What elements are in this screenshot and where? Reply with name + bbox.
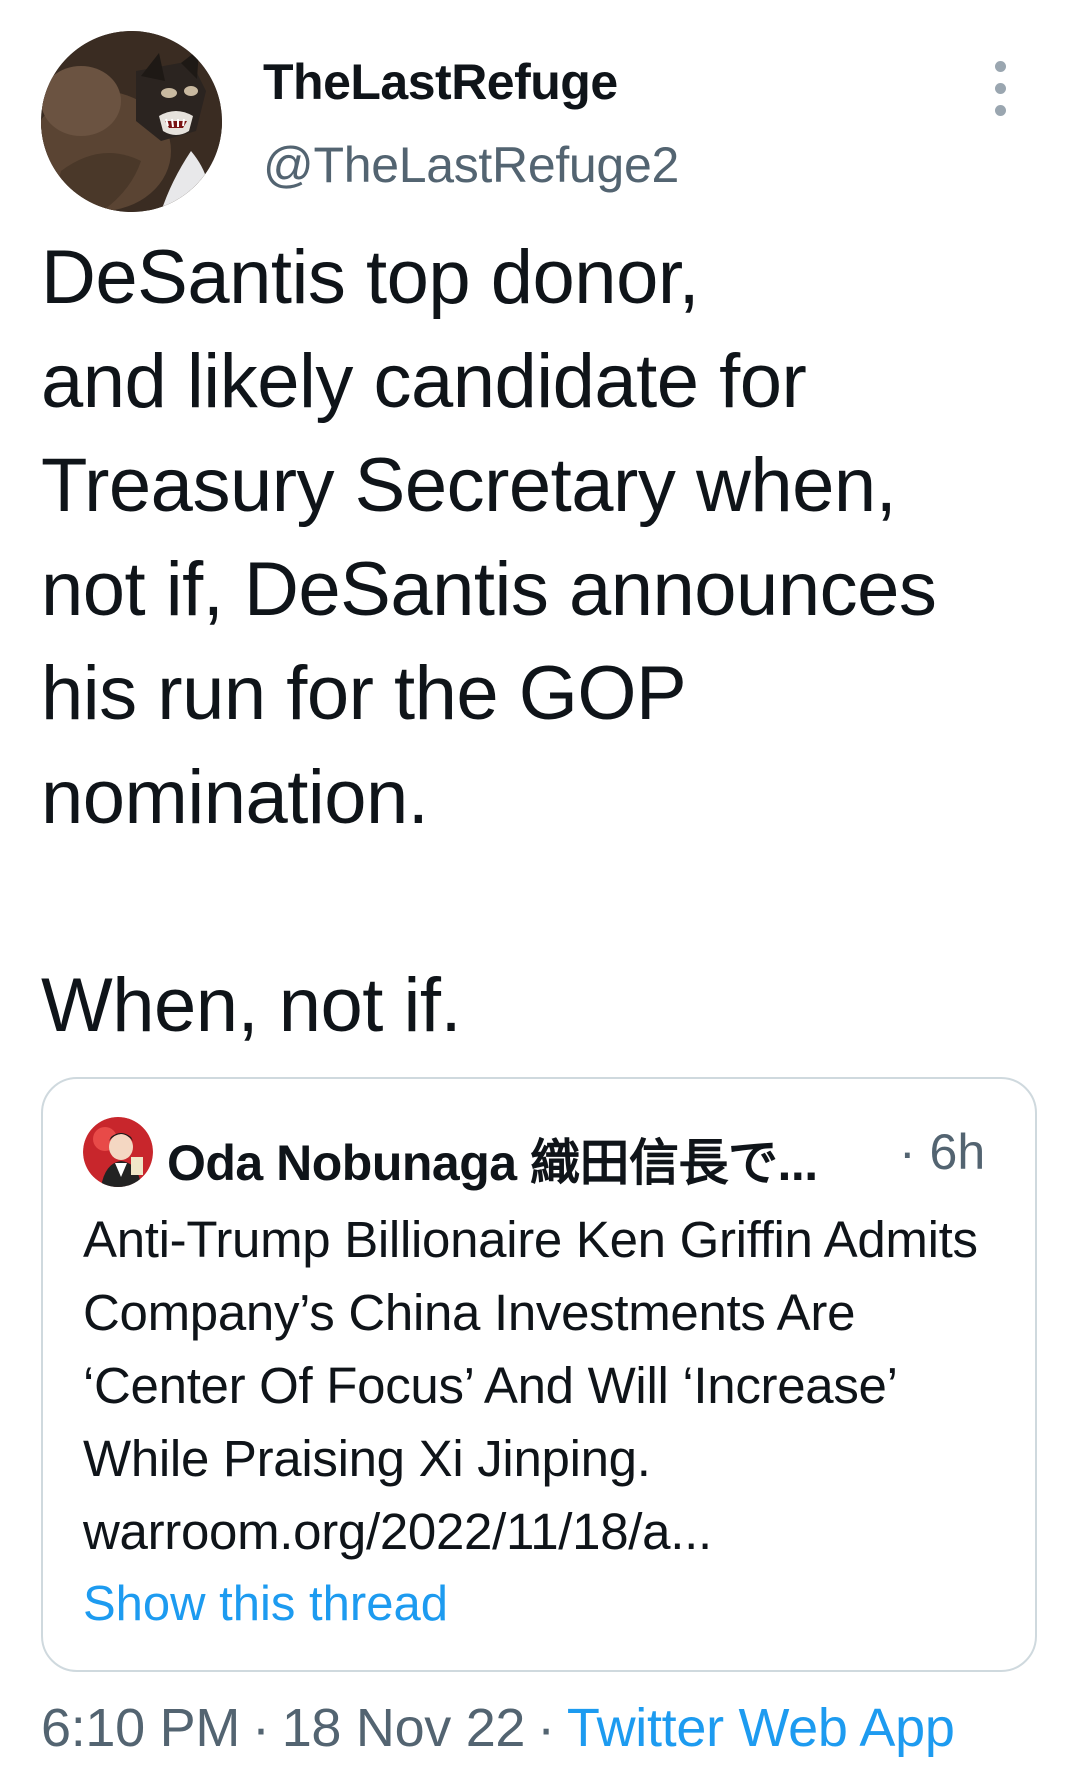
author-handle[interactable]: @TheLastRefuge2 bbox=[263, 136, 679, 194]
tweet-time[interactable]: 6:10 PM bbox=[41, 1698, 240, 1758]
tweet-meta: 6:10 PM · 18 Nov 22 · Twitter Web App bbox=[41, 1697, 955, 1759]
author-name[interactable]: TheLastRefuge bbox=[263, 53, 618, 111]
quote-timestamp[interactable]: · 6h bbox=[899, 1123, 985, 1181]
tweet-date[interactable]: 18 Nov 22 bbox=[282, 1698, 526, 1758]
author-avatar[interactable] bbox=[41, 31, 222, 212]
more-vertical-icon[interactable] bbox=[989, 61, 1013, 117]
tweet-page: TheLastRefuge @TheLastRefuge2 DeSantis t… bbox=[0, 0, 1080, 1777]
quote-avatar-icon bbox=[83, 1117, 153, 1187]
tweet-text: DeSantis top donor, and likely candidate… bbox=[41, 235, 937, 1048]
quote-author-name[interactable]: Oda Nobunaga 織田信長で... bbox=[167, 1123, 818, 1195]
tweet-source-link[interactable]: Twitter Web App bbox=[567, 1698, 955, 1758]
show-thread-link[interactable]: Show this thread bbox=[83, 1576, 448, 1632]
quote-text: Anti-Trump Billionaire Ken Griffin Admit… bbox=[83, 1211, 978, 1560]
quoted-tweet-card[interactable]: Oda Nobunaga 織田信長で... · 6h Anti-Trump Bi… bbox=[41, 1077, 1037, 1672]
wolf-avatar-icon bbox=[41, 31, 222, 212]
tweet-header: TheLastRefuge @TheLastRefuge2 bbox=[41, 31, 1041, 213]
meta-separator: · bbox=[537, 1698, 555, 1758]
meta-separator: · bbox=[252, 1698, 270, 1758]
quote-author-avatar[interactable] bbox=[83, 1117, 153, 1187]
